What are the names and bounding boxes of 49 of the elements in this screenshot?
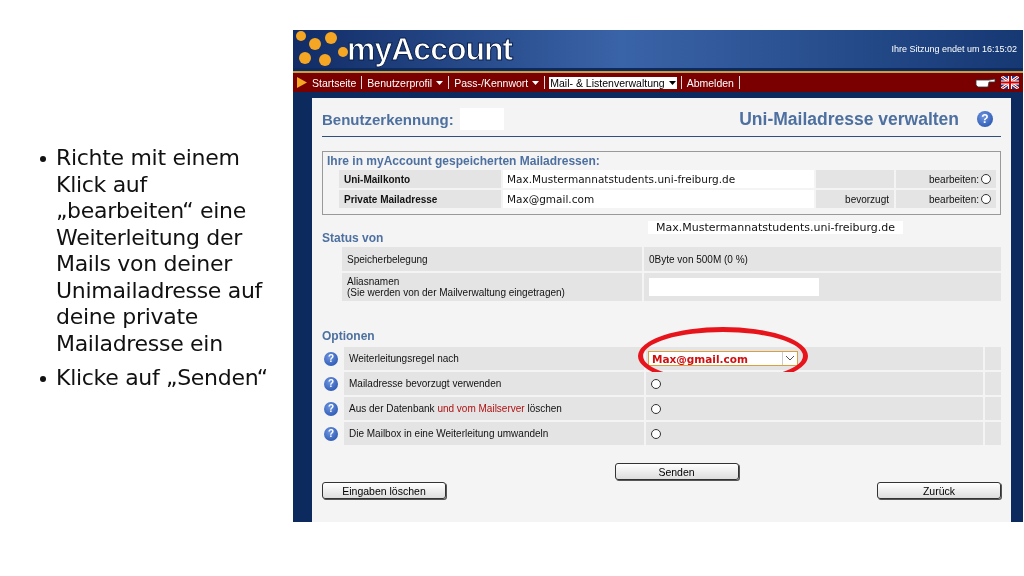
flag-icon[interactable] [1001, 76, 1019, 89]
session-text: Ihre Sitzung endet um 16:15:02 [891, 44, 1017, 54]
section-heading: Optionen [322, 329, 376, 343]
logo-text: myAccount [347, 30, 513, 68]
help-icon[interactable]: ? [324, 376, 338, 391]
option-label: Mailadresse bevorzugt verwenden [344, 372, 644, 395]
bullet-icon [40, 156, 46, 162]
nav-link[interactable]: Abmelden [685, 76, 735, 89]
nav-link[interactable]: Pass-/Kennwort [453, 76, 541, 89]
bullet-icon [40, 376, 46, 382]
nav-link[interactable]: Mail- & Listenverwaltung [549, 76, 677, 89]
help-icon[interactable]: ? [324, 351, 338, 366]
table-cell: 0Byte von 500M (0 %) [649, 253, 748, 265]
section-heading: Ihre in myAccount gespeicherten Mailadressen: [327, 154, 601, 168]
help-icon[interactable]: ? [324, 401, 338, 416]
page-title: Uni-Mailadresse verwalten [739, 108, 959, 130]
radio-button[interactable] [651, 403, 661, 414]
table-cell: Private Mailadresse [339, 190, 501, 208]
user-id-label: Benutzerkennung: [322, 110, 454, 128]
clear-button[interactable]: Eingaben löschen [322, 482, 446, 499]
address-text: Max@gmail.com [507, 193, 595, 205]
nav-link[interactable]: Startseite [311, 76, 358, 89]
option-label: Weiterleitungsregel nach [344, 347, 644, 370]
radio-button[interactable] [981, 174, 991, 184]
radio-button[interactable] [981, 194, 991, 204]
bullet-text: Richte mit einem Klick auf „bearbeiten“ eine Weiterleitung der Mails von deiner Unimailadresse auf deine private Mailadresse ein [56, 145, 264, 357]
pointing-hand-icon[interactable] [975, 76, 997, 89]
table-cell: bevorzugt [816, 190, 894, 208]
nav-link[interactable]: Benutzerprofil [366, 76, 445, 89]
send-button[interactable]: Senden [614, 463, 739, 480]
help-icon[interactable]: ? [324, 426, 338, 441]
play-icon [297, 77, 307, 88]
radio-button[interactable] [651, 428, 661, 439]
help-icon[interactable]: ? [977, 111, 993, 127]
edit-label: bearbeiten: [928, 173, 979, 185]
radio-button[interactable] [651, 378, 661, 389]
option-label: Die Mailbox in eine Weiterleitung umwandeln [344, 422, 644, 445]
table-cell: Aliasnamen (Sie werden von der Mailverwaltung eingetragen) [342, 273, 642, 301]
edit-label: bearbeiten: [928, 193, 979, 205]
chevron-down-icon [786, 356, 794, 361]
option-label: Aus der Datenbank und vom Mailserver löschen [344, 397, 644, 420]
bullet-text: Klicke auf „Senden“ [56, 365, 268, 392]
address-text: Max.Mustermannatstudents.uni-freiburg.de [648, 221, 904, 234]
section-heading: Status von [322, 231, 385, 245]
address-text: Max.Mustermannatstudents.uni-freiburg.de [507, 173, 736, 185]
forward-select[interactable]: Max@gmail.com [648, 351, 798, 366]
table-cell: Speicherbelegung [342, 247, 642, 271]
back-button[interactable]: Zurück [877, 482, 1001, 499]
table-cell: Uni-Mailkonto [339, 170, 501, 188]
